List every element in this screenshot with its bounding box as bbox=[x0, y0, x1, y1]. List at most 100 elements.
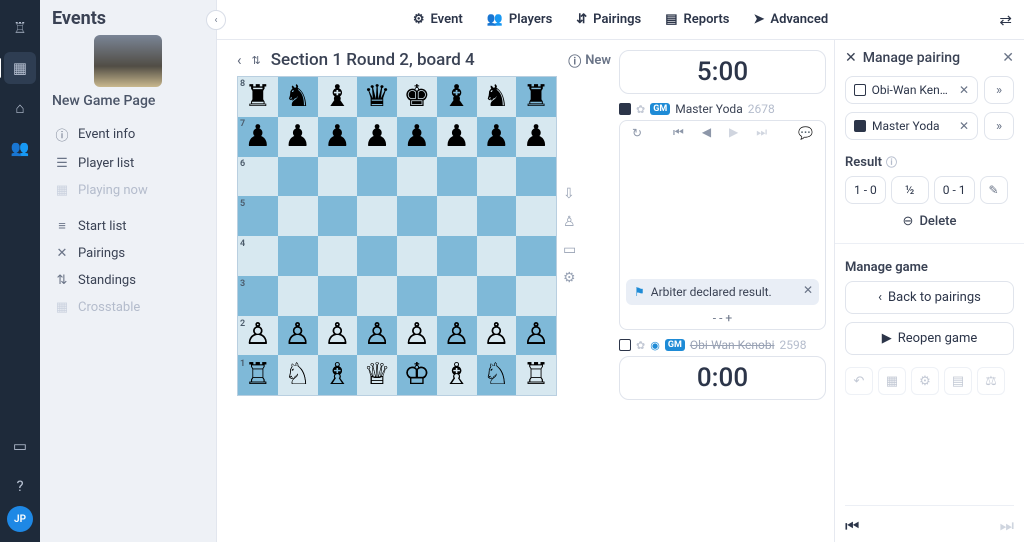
nav-playing-now[interactable]: ▦ Playing now bbox=[48, 177, 208, 204]
square[interactable] bbox=[516, 157, 556, 197]
nav-start-list[interactable]: ≡ Start list bbox=[48, 212, 208, 240]
square[interactable]: ♘ bbox=[477, 355, 517, 395]
square[interactable] bbox=[357, 276, 397, 316]
download-icon[interactable]: ⇩ bbox=[563, 186, 576, 202]
square[interactable] bbox=[477, 236, 517, 276]
square[interactable] bbox=[477, 196, 517, 236]
square[interactable]: ♘ bbox=[278, 355, 318, 395]
square[interactable]: ♙ bbox=[397, 316, 437, 356]
square[interactable]: ♜ bbox=[516, 77, 556, 117]
square[interactable]: ♙ bbox=[437, 316, 477, 356]
sort-icon[interactable]: ⇅ bbox=[252, 54, 261, 67]
book-icon[interactable]: ▭ bbox=[563, 242, 576, 258]
remove-icon[interactable]: ✕ bbox=[959, 119, 969, 133]
square[interactable] bbox=[357, 236, 397, 276]
nav-standings[interactable]: ⇅ Standings bbox=[48, 267, 208, 294]
square[interactable] bbox=[357, 196, 397, 236]
close-panel-icon[interactable]: ✕ bbox=[1002, 50, 1014, 66]
white-name[interactable]: Obi-Wan Kenobi bbox=[690, 338, 775, 352]
square[interactable] bbox=[318, 276, 358, 316]
square[interactable] bbox=[318, 236, 358, 276]
undo-icon[interactable]: ↶ bbox=[845, 367, 873, 395]
square[interactable] bbox=[437, 236, 477, 276]
square[interactable] bbox=[516, 236, 556, 276]
square[interactable]: ♔ bbox=[397, 355, 437, 395]
square[interactable] bbox=[397, 157, 437, 197]
square[interactable]: ♞ bbox=[477, 77, 517, 117]
reopen-game-button[interactable]: ▶ Reopen game bbox=[845, 322, 1014, 355]
archive-icon[interactable]: ⌂ bbox=[4, 92, 36, 124]
square[interactable] bbox=[278, 236, 318, 276]
swap-icon[interactable]: ⇄ bbox=[999, 11, 1012, 29]
square[interactable]: ♟ bbox=[318, 117, 358, 157]
edit-result-icon[interactable]: ✎ bbox=[980, 176, 1008, 204]
first-move-icon[interactable]: ⏮ bbox=[669, 125, 688, 140]
square[interactable] bbox=[516, 196, 556, 236]
square[interactable] bbox=[437, 157, 477, 197]
square[interactable]: ♝ bbox=[318, 77, 358, 117]
gear-icon[interactable]: ✿ bbox=[636, 103, 645, 116]
square[interactable] bbox=[437, 196, 477, 236]
event-thumbnail[interactable] bbox=[94, 35, 162, 87]
black-pairing-chip[interactable]: Master Yoda ✕ bbox=[845, 112, 978, 140]
back-to-pairings-button[interactable]: ‹ Back to pairings bbox=[845, 281, 1014, 314]
nav-crosstable[interactable]: ▦ Crosstable bbox=[48, 294, 208, 321]
square[interactable] bbox=[318, 196, 358, 236]
gear-icon[interactable]: ✿ bbox=[636, 339, 645, 352]
chess-board[interactable]: 8♜♞♝♛♚♝♞♜7♟♟♟♟♟♟♟♟65432♙♙♙♙♙♙♙♙1♖♘♗♕♔♗♘♖ bbox=[237, 76, 557, 396]
info-icon[interactable]: ⓘ bbox=[886, 154, 897, 170]
square[interactable]: ♙ bbox=[357, 316, 397, 356]
square[interactable] bbox=[477, 276, 517, 316]
logo-icon[interactable]: ♖ bbox=[4, 12, 36, 44]
square[interactable]: ♟ bbox=[397, 117, 437, 157]
nav-player-list[interactable]: ☰ Player list bbox=[48, 150, 208, 177]
square[interactable] bbox=[318, 157, 358, 197]
square[interactable]: ♗ bbox=[437, 355, 477, 395]
back-chevron-icon[interactable]: ‹ bbox=[237, 51, 242, 69]
white-pairing-chip[interactable]: Obi-Wan Kenobi ✕ bbox=[845, 76, 978, 104]
settings-icon[interactable]: ⚙ bbox=[563, 270, 576, 286]
square[interactable] bbox=[477, 157, 517, 197]
panel-prev-icon[interactable]: ⏮ bbox=[845, 516, 859, 536]
square[interactable]: ♟ bbox=[357, 117, 397, 157]
close-icon[interactable]: ✕ bbox=[803, 283, 813, 297]
black-more-button[interactable]: » bbox=[984, 112, 1014, 140]
user-avatar[interactable]: JP bbox=[7, 506, 33, 532]
square[interactable] bbox=[278, 196, 318, 236]
square[interactable] bbox=[397, 236, 437, 276]
analysis-icon[interactable]: ♙ bbox=[563, 214, 576, 230]
remove-icon[interactable]: ✕ bbox=[959, 83, 969, 97]
loop-icon[interactable]: ↻ bbox=[628, 126, 646, 140]
result-draw[interactable]: ½ bbox=[891, 176, 929, 204]
new-button[interactable]: ⓘ New bbox=[568, 51, 611, 70]
square[interactable]: ♟ bbox=[437, 117, 477, 157]
result-black-wins[interactable]: 0 - 1 bbox=[934, 176, 975, 204]
square[interactable] bbox=[437, 276, 477, 316]
square[interactable]: ♝ bbox=[437, 77, 477, 117]
tab-event[interactable]: ⚙Event bbox=[413, 12, 463, 27]
tab-pairings[interactable]: ⇵Pairings bbox=[576, 12, 641, 27]
square[interactable]: ♛ bbox=[357, 77, 397, 117]
help-icon[interactable]: ? bbox=[4, 470, 36, 502]
white-more-button[interactable]: » bbox=[984, 76, 1014, 104]
copy-icon[interactable]: ▤ bbox=[944, 367, 972, 395]
result-white-wins[interactable]: 1 - 0 bbox=[845, 176, 886, 204]
card-icon[interactable]: ▭ bbox=[4, 430, 36, 462]
square[interactable]: ♟ bbox=[516, 117, 556, 157]
square[interactable]: ♟ bbox=[477, 117, 517, 157]
square[interactable] bbox=[357, 157, 397, 197]
chat-icon[interactable]: 💬 bbox=[794, 126, 817, 140]
square[interactable] bbox=[278, 157, 318, 197]
people-icon[interactable]: 👥 bbox=[4, 132, 36, 164]
delete-pairing-button[interactable]: ⊖ Delete bbox=[845, 214, 1014, 229]
nav-pairings[interactable]: ✕ Pairings bbox=[48, 240, 208, 267]
prev-move-icon[interactable]: ◀ bbox=[698, 125, 715, 140]
square[interactable]: ♙ bbox=[477, 316, 517, 356]
square[interactable]: ♖ bbox=[516, 355, 556, 395]
square[interactable] bbox=[397, 276, 437, 316]
square[interactable] bbox=[278, 276, 318, 316]
tab-reports[interactable]: ▤Reports bbox=[665, 12, 729, 27]
square[interactable]: ♟ bbox=[278, 117, 318, 157]
black-name[interactable]: Master Yoda bbox=[675, 102, 743, 116]
tab-players[interactable]: 👥Players bbox=[487, 12, 553, 27]
